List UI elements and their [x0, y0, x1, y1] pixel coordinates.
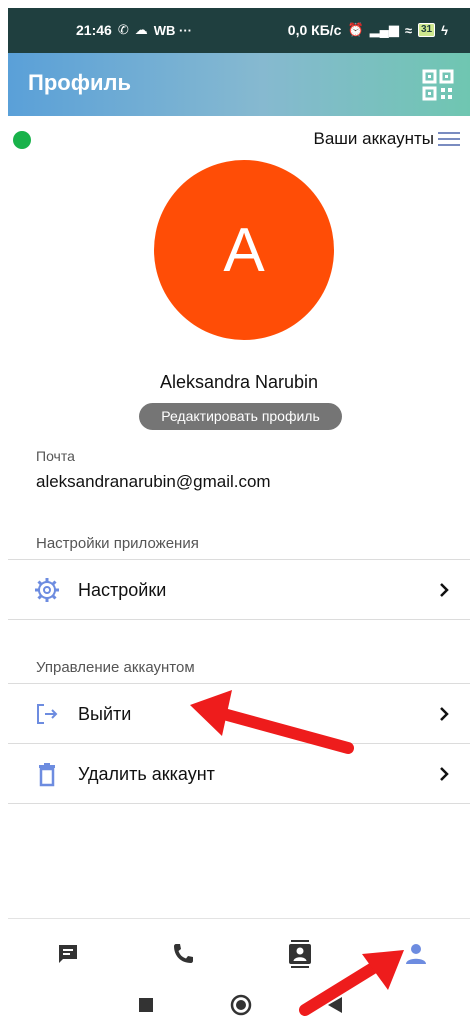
divider	[8, 743, 470, 744]
mail-value: aleksandranarubin@gmail.com	[36, 472, 271, 491]
charging-icon: ϟ	[441, 22, 448, 38]
contacts-icon[interactable]	[285, 939, 315, 969]
logout-icon	[32, 699, 62, 729]
signal-icon: ▂▄▆	[369, 22, 399, 37]
trash-icon	[32, 759, 62, 789]
delete-account-item[interactable]: Удалить аккаунт	[8, 745, 470, 803]
recent-apps-button[interactable]	[139, 998, 153, 1017]
chat-icon[interactable]	[53, 939, 83, 969]
page-title: Профиль	[28, 70, 131, 95]
network-speed: 0,0 КБ/с	[287, 22, 342, 38]
home-button[interactable]	[230, 994, 252, 1018]
qr-code-icon[interactable]	[422, 69, 454, 101]
phone-icon[interactable]	[168, 939, 198, 969]
mail-label: Почта	[36, 448, 75, 464]
delete-account-label: Удалить аккаунт	[78, 763, 215, 784]
settings-item[interactable]: Настройки	[8, 561, 470, 619]
status-extra: WB ···	[153, 22, 192, 38]
viber-icon: ✆	[117, 22, 129, 37]
chevron-right-icon	[434, 582, 454, 598]
divider	[8, 619, 470, 620]
divider	[8, 559, 470, 560]
top-row: Ваши аккаунты	[8, 116, 470, 166]
divider	[8, 683, 470, 684]
phone-screen: 21:46 ✆ ☁ WB ··· 0,0 КБ/с ⏰ ▂▄▆ ≈ 31 ϟ П…	[8, 8, 470, 1018]
edit-profile-button[interactable]: Редактировать профиль	[139, 403, 342, 430]
system-navigation-bar	[8, 978, 470, 1018]
settings-label: Настройки	[78, 579, 167, 600]
avatar[interactable]: A	[154, 160, 334, 340]
status-bar: 21:46 ✆ ☁ WB ··· 0,0 КБ/с ⏰ ▂▄▆ ≈ 31 ϟ	[8, 8, 470, 53]
online-status-dot	[13, 131, 31, 149]
app-bar: Профиль	[8, 53, 470, 116]
chevron-right-icon	[434, 706, 454, 722]
settings-gear-icon	[32, 575, 62, 605]
cloud-icon: ☁	[134, 22, 148, 37]
status-time: 21:46	[76, 22, 112, 38]
back-button[interactable]	[328, 997, 342, 1018]
your-accounts-label: Ваши аккаунты	[313, 129, 434, 148]
wifi-icon: ≈	[404, 22, 412, 38]
avatar-letter: A	[223, 215, 265, 285]
your-accounts-button[interactable]: Ваши аккаунты	[313, 129, 460, 149]
logout-item[interactable]: Выйти	[8, 685, 470, 743]
battery-level: 31	[417, 23, 436, 37]
profile-icon[interactable]	[401, 939, 431, 969]
profile-name: Aleksandra Narubin	[159, 372, 319, 392]
logout-label: Выйти	[78, 703, 132, 724]
menu-icon	[438, 130, 460, 148]
bottom-navigation	[8, 918, 470, 979]
account-management-section-title: Управление аккаунтом	[36, 659, 195, 676]
divider	[8, 803, 470, 804]
app-settings-section-title: Настройки приложения	[36, 535, 199, 552]
chevron-right-icon	[434, 766, 454, 782]
alarm-icon: ⏰	[347, 22, 364, 37]
